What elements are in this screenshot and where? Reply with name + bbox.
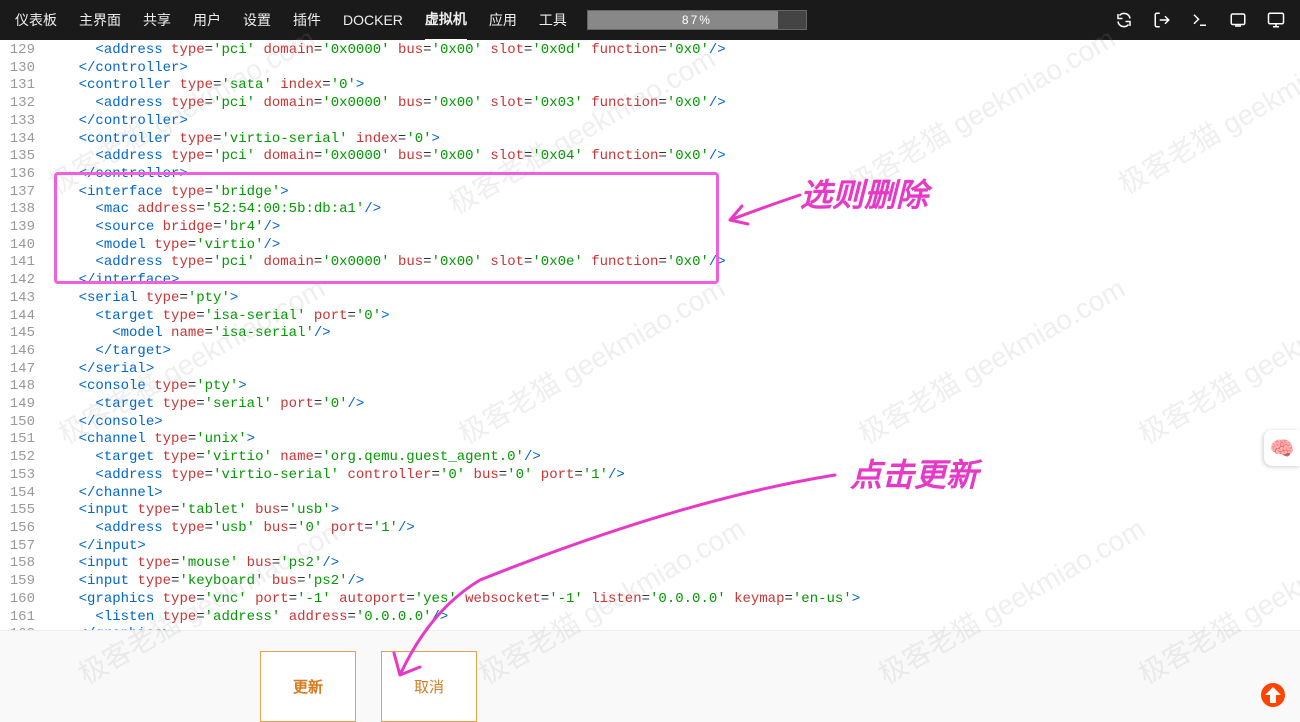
nav-item-6[interactable]: DOCKER: [343, 2, 403, 38]
code-line[interactable]: 155 <input type='tablet' bus='usb'>: [0, 502, 1300, 520]
code-line[interactable]: 160 <graphics type='vnc' port='-1' autop…: [0, 591, 1300, 609]
code-line[interactable]: 150 </console>: [0, 414, 1300, 432]
nav-item-2[interactable]: 共享: [143, 0, 171, 40]
code-line[interactable]: 131 <controller type='sata' index='0'>: [0, 77, 1300, 95]
nav-menu: 仪表板主界面共享用户设置插件 DOCKER 虚拟机应用工具: [15, 0, 567, 41]
code-line[interactable]: 149 <target type='serial' port='0'/>: [0, 396, 1300, 414]
nav-item-4[interactable]: 设置: [243, 0, 271, 40]
code-line[interactable]: 136 </controller>: [0, 166, 1300, 184]
code-line[interactable]: 139 <source bridge='br4'/>: [0, 219, 1300, 237]
code-line[interactable]: 154 </channel>: [0, 485, 1300, 503]
code-line[interactable]: 132 <address type='pci' domain='0x0000' …: [0, 95, 1300, 113]
top-navbar: 仪表板主界面共享用户设置插件 DOCKER 虚拟机应用工具 87%: [0, 0, 1300, 40]
code-line[interactable]: 142 </interface>: [0, 272, 1300, 290]
code-line[interactable]: 156 <address type='usb' bus='0' port='1'…: [0, 520, 1300, 538]
ai-assistant-icon[interactable]: 🧠: [1264, 430, 1300, 466]
xml-editor[interactable]: 129 <address type='pci' domain='0x0000' …: [0, 40, 1300, 630]
nav-item-0[interactable]: 仪表板: [15, 0, 57, 40]
nav-item-8[interactable]: 应用: [489, 0, 517, 40]
code-line[interactable]: 137 <interface type='bridge'>: [0, 184, 1300, 202]
monitor-icon[interactable]: [1267, 11, 1285, 29]
code-line[interactable]: 138 <mac address='52:54:00:5b:db:a1'/>: [0, 201, 1300, 219]
scroll-top-button[interactable]: [1261, 683, 1285, 707]
code-line[interactable]: 146 </target>: [0, 343, 1300, 361]
toolbar-icons: [1115, 11, 1285, 29]
nav-item-5[interactable]: 插件: [293, 0, 321, 40]
code-line[interactable]: 134 <controller type='virtio-serial' ind…: [0, 131, 1300, 149]
bottom-bar: 更新 取消: [0, 630, 1300, 722]
update-button[interactable]: 更新: [260, 651, 356, 722]
code-line[interactable]: 158 <input type='mouse' bus='ps2'/>: [0, 555, 1300, 573]
progress-bar: 87%: [587, 10, 807, 30]
code-line[interactable]: 129 <address type='pci' domain='0x0000' …: [0, 42, 1300, 60]
code-line[interactable]: 130 </controller>: [0, 60, 1300, 78]
code-line[interactable]: 159 <input type='keyboard' bus='ps2'/>: [0, 573, 1300, 591]
code-line[interactable]: 148 <console type='pty'>: [0, 378, 1300, 396]
code-line[interactable]: 133 </controller>: [0, 113, 1300, 131]
nav-item-9[interactable]: 工具: [539, 0, 567, 40]
code-line[interactable]: 157 </input>: [0, 538, 1300, 556]
code-line[interactable]: 147 </serial>: [0, 361, 1300, 379]
code-line[interactable]: 135 <address type='pci' domain='0x0000' …: [0, 148, 1300, 166]
code-line[interactable]: 141 <address type='pci' domain='0x0000' …: [0, 254, 1300, 272]
code-line[interactable]: 153 <address type='virtio-serial' contro…: [0, 467, 1300, 485]
code-line[interactable]: 161 <listen type='address' address='0.0.…: [0, 609, 1300, 627]
code-line[interactable]: 140 <model type='virtio'/>: [0, 237, 1300, 255]
progress-text: 87%: [588, 13, 806, 27]
nav-item-7[interactable]: 虚拟机: [425, 0, 467, 41]
logout-icon[interactable]: [1153, 11, 1171, 29]
nav-item-3[interactable]: 用户: [193, 0, 221, 40]
code-line[interactable]: 152 <target type='virtio' name='org.qemu…: [0, 449, 1300, 467]
cancel-button[interactable]: 取消: [381, 651, 477, 722]
nav-item-1[interactable]: 主界面: [79, 0, 121, 40]
terminal-icon[interactable]: [1191, 11, 1209, 29]
refresh-icon[interactable]: [1115, 11, 1133, 29]
feedback-icon[interactable]: [1229, 11, 1247, 29]
code-line[interactable]: 144 <target type='isa-serial' port='0'>: [0, 308, 1300, 326]
code-line[interactable]: 145 <model name='isa-serial'/>: [0, 325, 1300, 343]
code-line[interactable]: 143 <serial type='pty'>: [0, 290, 1300, 308]
code-line[interactable]: 151 <channel type='unix'>: [0, 431, 1300, 449]
